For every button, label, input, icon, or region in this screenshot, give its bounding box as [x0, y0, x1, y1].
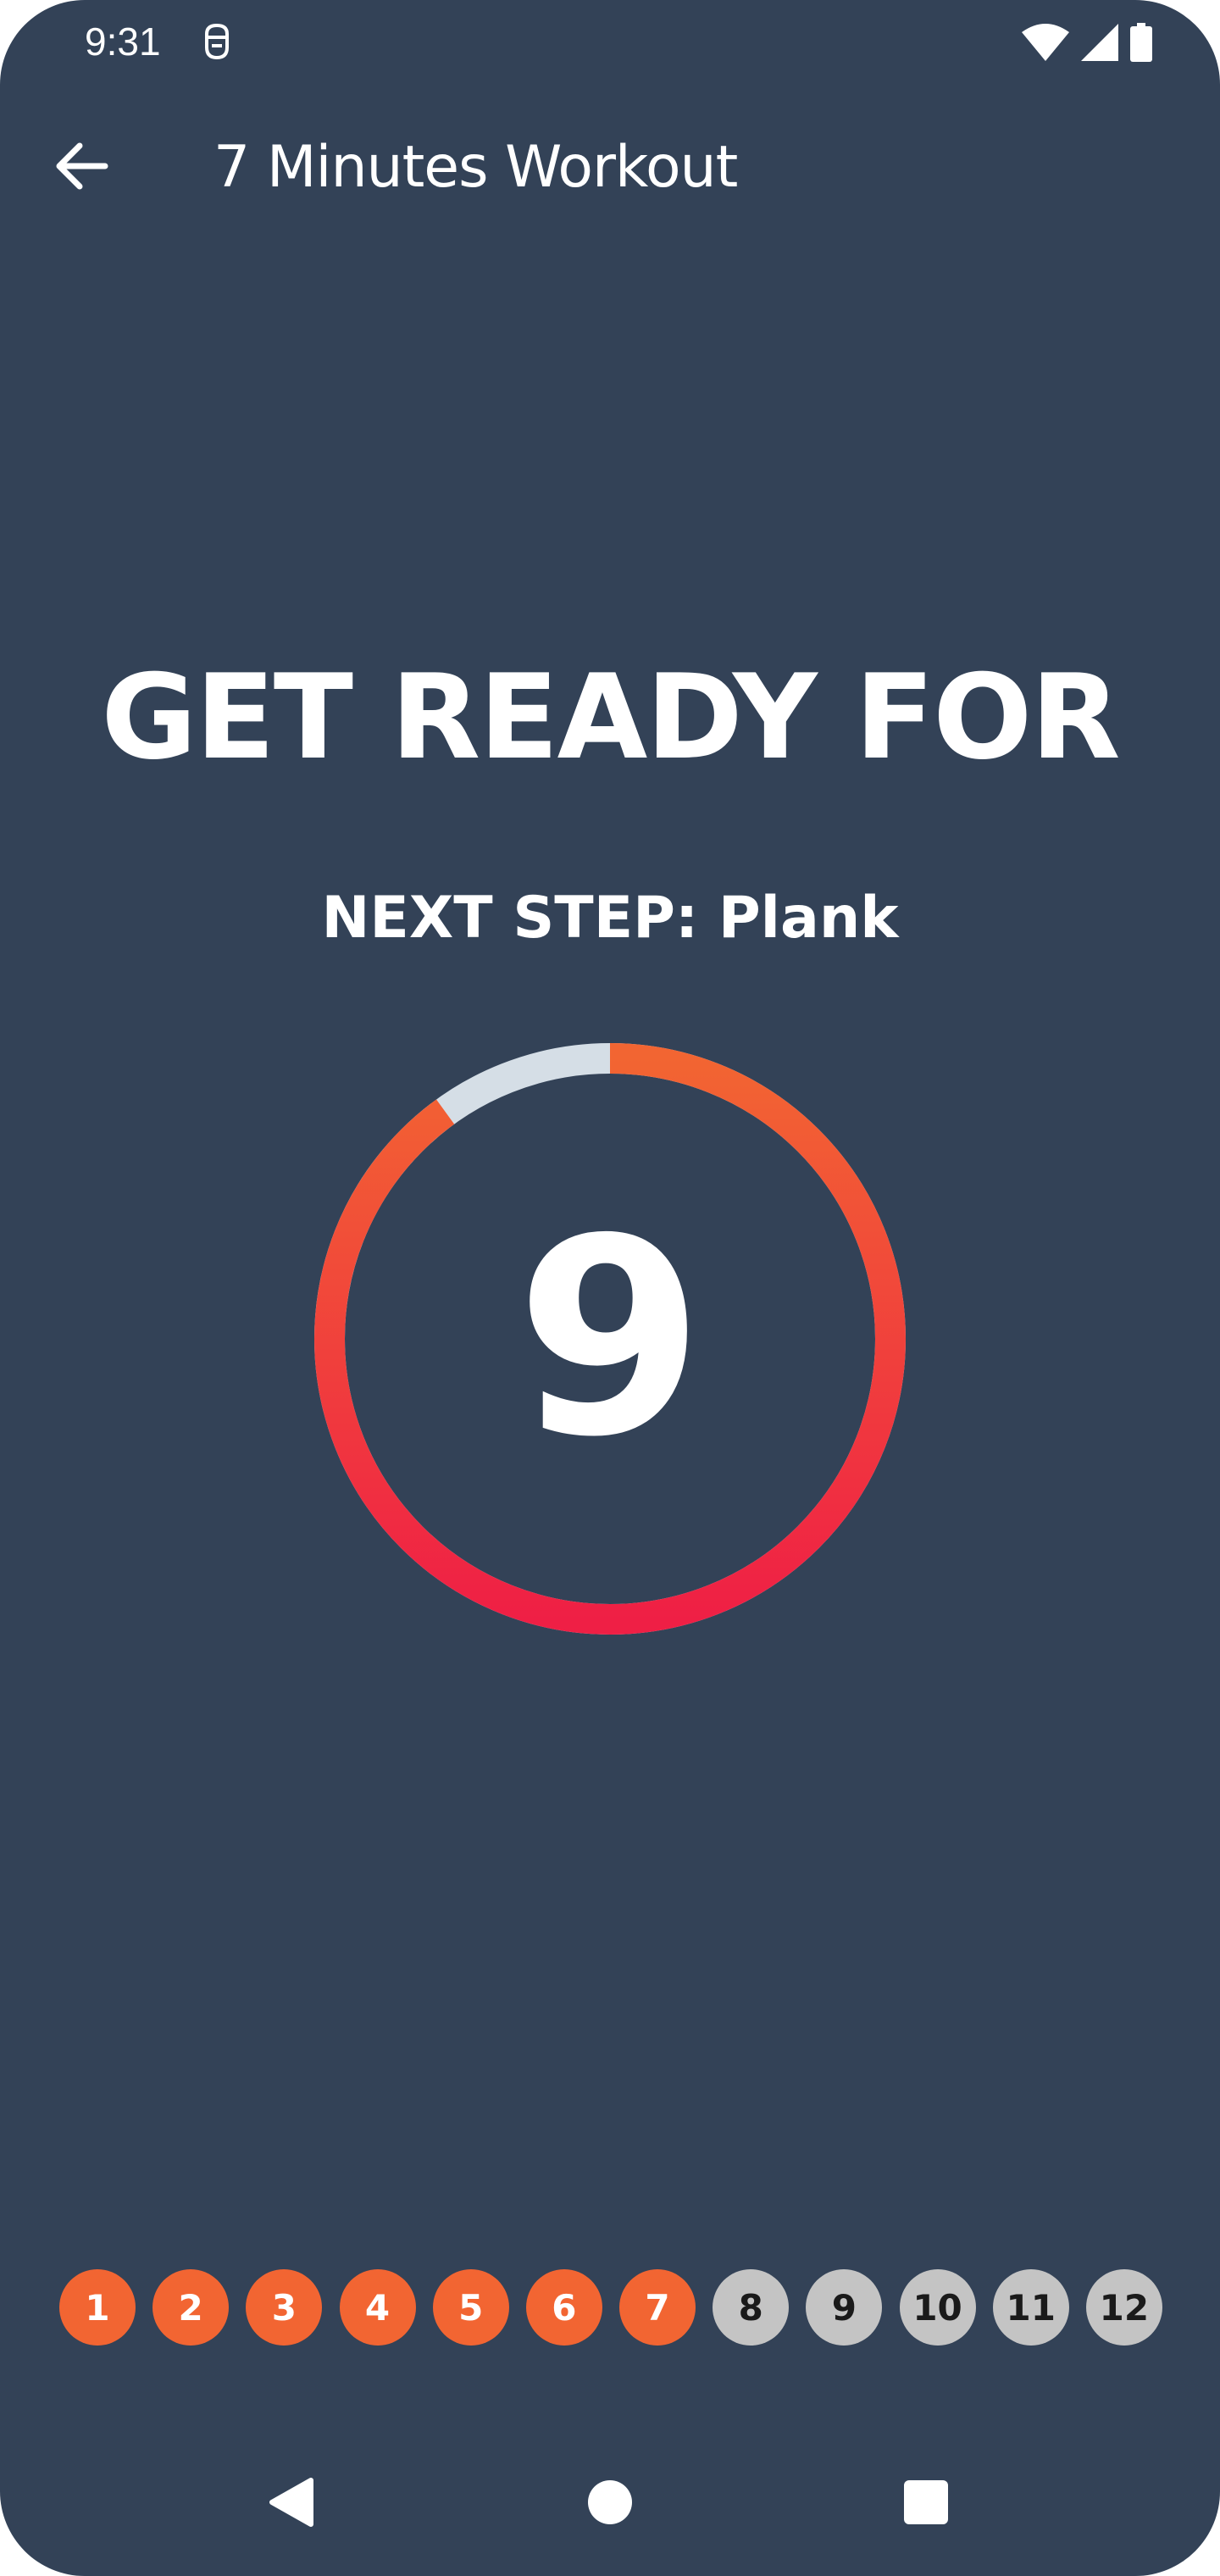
next-step-label: NEXT STEP: Plank — [321, 885, 899, 952]
nav-back-button[interactable] — [261, 2474, 320, 2534]
step-indicator-10: 10 — [899, 2269, 976, 2346]
cellular-signal-icon — [1081, 24, 1118, 64]
timer-value: 9 — [515, 1181, 705, 1496]
headline: GET READY FOR — [101, 649, 1120, 786]
home-circle-icon — [587, 2479, 633, 2529]
step-indicator-11: 11 — [992, 2269, 1069, 2346]
step-indicator-3: 3 — [246, 2269, 323, 2346]
app-bar: 7 Minutes Workout — [0, 110, 1220, 225]
step-indicator-5: 5 — [432, 2269, 509, 2346]
nav-recents-button[interactable] — [896, 2474, 956, 2534]
step-indicator-7: 7 — [619, 2269, 696, 2346]
system-nav-bar — [0, 2457, 1220, 2551]
nav-home-button[interactable] — [580, 2474, 640, 2534]
recents-square-icon — [903, 2479, 949, 2529]
arrow-left-icon — [54, 142, 108, 193]
back-button[interactable] — [47, 134, 115, 202]
app-notification-icon — [200, 22, 234, 64]
back-triangle-icon — [267, 2477, 314, 2531]
step-indicator-6: 6 — [525, 2269, 602, 2346]
app-title: 7 Minutes Workout — [214, 134, 738, 201]
status-time: 9:31 — [85, 19, 161, 64]
status-icons — [1022, 23, 1152, 65]
battery-icon — [1130, 23, 1152, 65]
countdown-timer: 9 — [313, 1042, 907, 1635]
step-indicator-4: 4 — [339, 2269, 416, 2346]
step-indicator-1: 1 — [59, 2269, 136, 2346]
step-indicator-8: 8 — [713, 2269, 790, 2346]
step-indicator-9: 9 — [806, 2269, 883, 2346]
status-bar: 9:31 — [0, 0, 1220, 85]
wifi-icon — [1022, 24, 1069, 64]
step-indicator-12: 12 — [1085, 2269, 1162, 2346]
step-indicator-2: 2 — [152, 2269, 230, 2346]
exercise-steps: 1 2 3 4 5 6 7 8 9 10 11 12 — [59, 2269, 1162, 2346]
phone-screen: 9:31 7 Minutes Workout GET READY FOR NEX… — [0, 0, 1220, 2576]
